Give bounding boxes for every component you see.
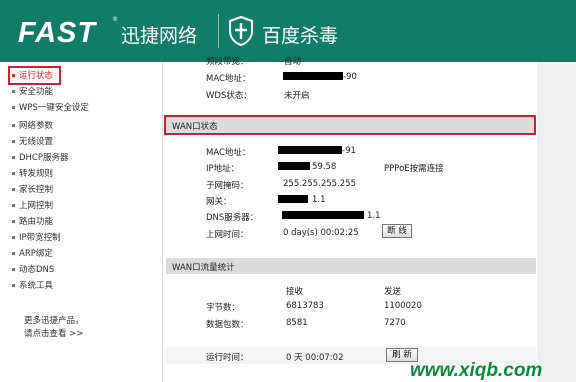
shield-icon [229,16,253,46]
wlan-mac-label: MAC地址： [206,74,251,84]
sidebar-item-wps[interactable]: WPS一键安全设定 [12,102,89,114]
bullet-icon [12,106,15,109]
bullet-icon [12,124,15,127]
wan-section-highlight [164,115,536,135]
click-view-link[interactable]: 请点击查看 >> [24,327,83,339]
subnet-mask-label: 子网掩码： [206,181,249,191]
bytes-received: 6813783 [286,301,324,311]
sidebar-item-wireless[interactable]: 无线设置 [12,136,53,148]
sidebar-item-forwarding[interactable]: 转发规则 [12,168,53,180]
bandwidth-label: 频段带宽： [206,57,249,67]
sidebar-item-routing[interactable]: 路由功能 [12,216,53,228]
dns-label: DNS服务器： [206,213,259,223]
send-column-header: 发送 [384,287,402,297]
sidebar-item-network[interactable]: 网络参数 [12,120,53,132]
gateway-suffix: 1.1 [312,195,326,205]
sidebar-item-bandwidth[interactable]: IP带宽控制 [12,232,61,244]
baidu-antivirus-label: 百度杀毒 [262,25,339,47]
packets-received: 8581 [286,318,308,328]
bullet-icon [12,172,15,175]
active-item-highlight [8,66,61,85]
sidebar-menu: 运行状态 安全功能 WPS一键安全设定 网络参数 无线设置 DHCP服务器 转发… [0,62,128,382]
sidebar-item-ddns[interactable]: 动态DNS [12,264,54,276]
wan-mac-suffix: -91 [342,146,356,156]
online-time-value: 0 day(s) 00:02:25 [283,228,359,238]
sidebar-item-security[interactable]: 安全功能 [12,86,53,98]
bytes-sent: 1100020 [384,301,422,311]
redacted-block [278,195,308,203]
wan-ip-suffix: 59.58 [312,162,337,172]
runtime-value: 0 天 00:07:02 [286,353,344,363]
sidebar-item-arp[interactable]: ARP绑定 [12,248,53,260]
bullet-icon [12,204,15,207]
dns-suffix: 1.1 [367,211,381,221]
sidebar-item-parental[interactable]: 家长控制 [12,184,53,196]
wds-value: 未开启 [284,91,310,101]
top-banner: FAST ® 迅捷网络 百度杀毒 [0,0,576,62]
subnet-mask-value: 255.255.255.255 [283,179,357,189]
bullet-icon [12,188,15,191]
wan-mac-label: MAC地址： [206,148,251,158]
sidebar-item-access-control[interactable]: 上网控制 [12,200,53,212]
bullet-icon [12,140,15,143]
runtime-label: 运行时间： [206,353,249,363]
panel-border [162,62,163,382]
connection-type: PPPoE按需连接 [384,164,444,174]
bullet-icon [12,268,15,271]
sidebar-item-system-tools[interactable]: 系统工具 [12,280,53,292]
redacted-block [283,72,343,80]
wan-ip-label: IP地址： [206,164,240,174]
redacted-block [278,162,310,170]
bullet-icon [12,236,15,239]
bullet-icon [12,90,15,93]
brand-logo: FAST [18,17,97,49]
packets-sent: 7270 [384,318,406,328]
disconnect-button[interactable]: 断 线 [382,224,412,238]
trademark-mark: ® [112,16,118,23]
site-watermark: www.xiqb.com [410,360,543,381]
bullet-icon [12,156,15,159]
bullet-icon [12,220,15,223]
traffic-section-title: WAN口流量统计 [172,263,235,273]
brand-name-cn: 迅捷网络 [121,25,198,47]
wds-label: WDS状态： [206,91,252,101]
bandwidth-value: 自动 [284,57,302,67]
recv-column-header: 接收 [286,287,304,297]
packets-label: 数据包数： [206,320,249,330]
sidebar-item-dhcp[interactable]: DHCP服务器 [12,152,69,164]
bullet-icon [12,284,15,287]
more-products-link[interactable]: 更多迅捷产品， [24,314,84,326]
header-divider [218,14,219,48]
redacted-block [278,146,342,154]
right-margin [537,62,576,382]
traffic-section-header: WAN口流量统计 [166,258,536,274]
gateway-label: 网关： [206,197,232,207]
redacted-block [282,211,364,219]
bullet-icon [12,252,15,255]
bytes-label: 字节数： [206,303,241,313]
online-time-label: 上网时间： [206,230,249,240]
wlan-mac-suffix: -90 [343,72,357,82]
